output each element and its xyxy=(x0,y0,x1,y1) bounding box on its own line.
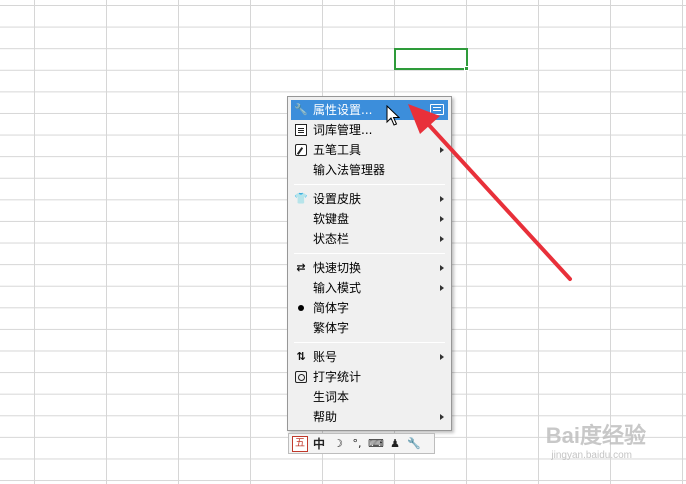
wrench-icon: 🔧 xyxy=(294,103,308,116)
keyboard-icon xyxy=(430,104,444,115)
menu-item-vocab-book[interactable]: 生词本 xyxy=(291,387,448,407)
keyboard-icon[interactable]: ⌨ xyxy=(368,436,384,452)
menu-separator xyxy=(294,184,445,185)
dictionary-icon xyxy=(295,124,307,136)
menu-item-soft-keyboard[interactable]: 软键盘 xyxy=(291,209,448,229)
menu-item-wubi-tools[interactable]: 五笔工具 xyxy=(291,140,448,160)
menu-separator xyxy=(294,253,445,254)
shirt-icon: 👕 xyxy=(294,192,308,205)
ime-status-bar: 五 中 ☽ °, ⌨ ♟ 🔧 xyxy=(288,433,435,454)
pen-tool-icon xyxy=(295,144,307,156)
ime-context-menu: 🔧 属性设置... 词库管理... 五笔工具 输入法管理器 👕 设置皮肤 软键盘… xyxy=(287,96,452,431)
menu-item-dictionary[interactable]: 词库管理... xyxy=(291,120,448,140)
menu-item-simplified[interactable]: 简体字 xyxy=(291,298,448,318)
menu-item-skin[interactable]: 👕 设置皮肤 xyxy=(291,189,448,209)
punctuation-icon[interactable]: °, xyxy=(349,436,365,452)
fill-handle[interactable] xyxy=(464,66,469,71)
menu-item-status-bar[interactable]: 状态栏 xyxy=(291,229,448,249)
menu-item-properties[interactable]: 🔧 属性设置... xyxy=(291,100,448,120)
menu-separator xyxy=(294,342,445,343)
account-icon: ⇅ xyxy=(296,350,306,363)
moon-icon[interactable]: ☽ xyxy=(330,436,346,452)
submenu-arrow-icon xyxy=(440,216,444,222)
watermark: Bai度经验 xyxy=(545,423,646,448)
submenu-arrow-icon xyxy=(440,285,444,291)
menu-item-account[interactable]: ⇅ 账号 xyxy=(291,347,448,367)
menu-item-help[interactable]: 帮助 xyxy=(291,407,448,427)
submenu-arrow-icon xyxy=(440,354,444,360)
chinese-mode-icon[interactable]: 中 xyxy=(311,436,327,452)
mouse-cursor-icon xyxy=(386,105,400,126)
submenu-arrow-icon xyxy=(440,414,444,420)
menu-item-ime-manager[interactable]: 输入法管理器 xyxy=(291,160,448,180)
menu-item-quick-switch[interactable]: ⇄ 快速切换 xyxy=(291,258,448,278)
menu-item-typing-stats[interactable]: 打字统计 xyxy=(291,367,448,387)
selected-cell[interactable] xyxy=(394,48,468,70)
user-icon[interactable]: ♟ xyxy=(387,436,403,452)
ime-logo-icon[interactable]: 五 xyxy=(292,435,308,452)
wrench-icon[interactable]: 🔧 xyxy=(406,436,422,452)
submenu-arrow-icon xyxy=(440,265,444,271)
menu-item-traditional[interactable]: 繁体字 xyxy=(291,318,448,338)
menu-item-input-mode[interactable]: 输入模式 xyxy=(291,278,448,298)
submenu-arrow-icon xyxy=(440,196,444,202)
submenu-arrow-icon xyxy=(440,147,444,153)
stats-icon xyxy=(295,371,307,383)
switch-icon: ⇄ xyxy=(296,261,306,274)
submenu-arrow-icon xyxy=(440,236,444,242)
bullet-icon xyxy=(294,301,308,315)
watermark-url: jingyan.baidu.com xyxy=(551,450,632,461)
